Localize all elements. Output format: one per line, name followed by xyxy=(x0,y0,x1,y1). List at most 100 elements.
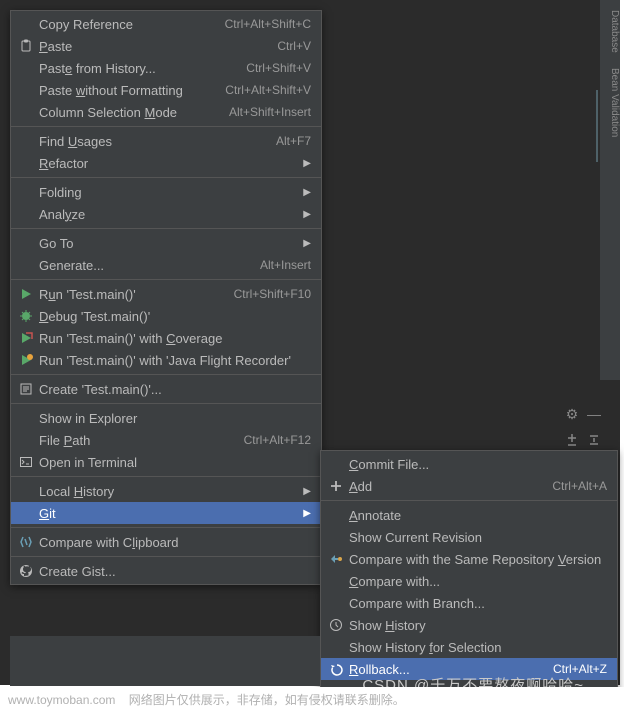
blank-icon xyxy=(17,82,35,98)
shortcut-label: Ctrl+Shift+F10 xyxy=(234,287,311,301)
menu-local-history[interactable]: Local History▶ xyxy=(11,480,321,502)
expand-all-icon[interactable] xyxy=(564,432,580,448)
menu-paste-from-history[interactable]: Paste from History...Ctrl+Shift+V xyxy=(11,57,321,79)
shortcut-label: Ctrl+Alt+Shift+C xyxy=(225,17,311,31)
git-menu-add[interactable]: AddCtrl+Alt+A xyxy=(321,475,617,497)
menu-item-label: Debug 'Test.main()' xyxy=(39,309,311,324)
menu-paste-without-formatting[interactable]: Paste without FormattingCtrl+Alt+Shift+V xyxy=(11,79,321,101)
menu-create-gist[interactable]: Create Gist... xyxy=(11,560,321,582)
menu-debug-test-main[interactable]: Debug 'Test.main()' xyxy=(11,305,321,327)
github-icon xyxy=(17,563,35,579)
menu-item-label: Annotate xyxy=(349,508,607,523)
menu-column-selection-mode[interactable]: Column Selection ModeAlt+Shift+Insert xyxy=(11,101,321,123)
blank-icon xyxy=(17,505,35,521)
rollback-icon xyxy=(327,661,345,677)
blank-icon xyxy=(17,206,35,222)
submenu-arrow-icon: ▶ xyxy=(301,486,311,497)
menu-file-path[interactable]: File PathCtrl+Alt+F12 xyxy=(11,429,321,451)
menu-item-label: Show in Explorer xyxy=(39,411,311,426)
plus-icon xyxy=(327,478,345,494)
menu-run-test-main-with-java-flight-recorder[interactable]: Run 'Test.main()' with 'Java Flight Reco… xyxy=(11,349,321,371)
menu-analyze[interactable]: Analyze▶ xyxy=(11,203,321,225)
menu-item-label: Show History xyxy=(349,618,607,633)
terminal-icon xyxy=(17,454,35,470)
menu-item-label: Paste from History... xyxy=(39,61,246,76)
menu-run-test-main-with-coverage[interactable]: Run 'Test.main()' with Coverage xyxy=(11,327,321,349)
menu-find-usages[interactable]: Find UsagesAlt+F7 xyxy=(11,130,321,152)
menu-item-label: Compare with Clipboard xyxy=(39,535,311,550)
page-footer: www.toymoban.com 网络图片仅供展示，非存储，如有侵权请联系删除。 xyxy=(0,687,624,725)
git-menu-compare-with[interactable]: Compare with... xyxy=(321,570,617,592)
menu-show-in-explorer[interactable]: Show in Explorer xyxy=(11,407,321,429)
menu-item-label: Generate... xyxy=(39,258,260,273)
git-menu-show-history-for-selection[interactable]: Show History for Selection xyxy=(321,636,617,658)
footer-note: 网络图片仅供展示，非存储，如有侵权请联系删除。 xyxy=(129,693,405,707)
blank-icon xyxy=(17,235,35,251)
menu-item-label: Run 'Test.main()' with 'Java Flight Reco… xyxy=(39,353,311,368)
blank-icon xyxy=(327,573,345,589)
menu-item-label: Git xyxy=(39,506,301,521)
menu-item-label: Copy Reference xyxy=(39,17,225,32)
git-menu-show-current-revision[interactable]: Show Current Revision xyxy=(321,526,617,548)
menu-create-test-main[interactable]: Create 'Test.main()'... xyxy=(11,378,321,400)
menu-item-label: Compare with the Same Repository Version xyxy=(349,552,607,567)
gear-icon[interactable]: ⚙ xyxy=(564,406,580,422)
blank-icon xyxy=(327,529,345,545)
shortcut-label: Alt+Insert xyxy=(260,258,311,272)
blank-icon xyxy=(327,639,345,655)
jfr-icon xyxy=(17,352,35,368)
menu-item-label: Add xyxy=(349,479,552,494)
coverage-icon xyxy=(17,330,35,346)
menu-item-label: Paste xyxy=(39,39,277,54)
menu-separator xyxy=(11,126,321,127)
git-menu-compare-with-the-same-repository-version[interactable]: Compare with the Same Repository Version xyxy=(321,548,617,570)
shortcut-label: Alt+Shift+Insert xyxy=(229,105,311,119)
git-submenu: Commit File...AddCtrl+Alt+A Annotate Show … xyxy=(320,450,618,705)
context-menu: Copy ReferenceCtrl+Alt+Shift+CPasteCtrl+… xyxy=(10,10,322,585)
menu-git[interactable]: Git▶ xyxy=(11,502,321,524)
blank-icon xyxy=(327,507,345,523)
blank-icon xyxy=(17,410,35,426)
git-menu-show-history[interactable]: Show History xyxy=(321,614,617,636)
blank-icon xyxy=(17,155,35,171)
editor-caret-track xyxy=(596,90,598,162)
menu-refactor[interactable]: Refactor▶ xyxy=(11,152,321,174)
blank-icon xyxy=(17,60,35,76)
menu-compare-with-clipboard[interactable]: Compare with Clipboard xyxy=(11,531,321,553)
blank-icon xyxy=(327,456,345,472)
tab-database[interactable]: Database xyxy=(609,10,620,53)
menu-separator xyxy=(11,476,321,477)
edit-icon xyxy=(17,381,35,397)
menu-paste[interactable]: PasteCtrl+V xyxy=(11,35,321,57)
menu-separator xyxy=(11,279,321,280)
menu-item-label: Show Current Revision xyxy=(349,530,607,545)
menu-run-test-main[interactable]: Run 'Test.main()'Ctrl+Shift+F10 xyxy=(11,283,321,305)
submenu-arrow-icon: ▶ xyxy=(301,238,311,249)
minus-icon[interactable]: — xyxy=(586,406,602,422)
menu-folding[interactable]: Folding▶ xyxy=(11,181,321,203)
collapse-all-icon[interactable] xyxy=(586,432,602,448)
compare-icon xyxy=(327,551,345,567)
blank-icon xyxy=(17,133,35,149)
menu-separator xyxy=(11,403,321,404)
menu-open-in-terminal[interactable]: Open in Terminal xyxy=(11,451,321,473)
menu-copy-reference[interactable]: Copy ReferenceCtrl+Alt+Shift+C xyxy=(11,13,321,35)
shortcut-label: Alt+F7 xyxy=(276,134,311,148)
blank-icon xyxy=(17,483,35,499)
menu-item-label: Compare with... xyxy=(349,574,607,589)
debug-icon xyxy=(17,308,35,324)
git-menu-compare-with-branch[interactable]: Compare with Branch... xyxy=(321,592,617,614)
right-tool-strip: Database Bean Validation xyxy=(600,0,620,380)
menu-item-label: Compare with Branch... xyxy=(349,596,607,611)
git-menu-commit-file[interactable]: Commit File... xyxy=(321,453,617,475)
menu-separator xyxy=(11,228,321,229)
menu-item-label: Paste without Formatting xyxy=(39,83,225,98)
git-menu-annotate[interactable]: Annotate xyxy=(321,504,617,526)
menu-item-label: Create 'Test.main()'... xyxy=(39,382,311,397)
menu-item-label: Run 'Test.main()' xyxy=(39,287,234,302)
menu-go-to[interactable]: Go To▶ xyxy=(11,232,321,254)
blank-icon xyxy=(17,104,35,120)
menu-separator xyxy=(11,374,321,375)
menu-generate[interactable]: Generate...Alt+Insert xyxy=(11,254,321,276)
tab-bean-validation[interactable]: Bean Validation xyxy=(609,68,620,137)
